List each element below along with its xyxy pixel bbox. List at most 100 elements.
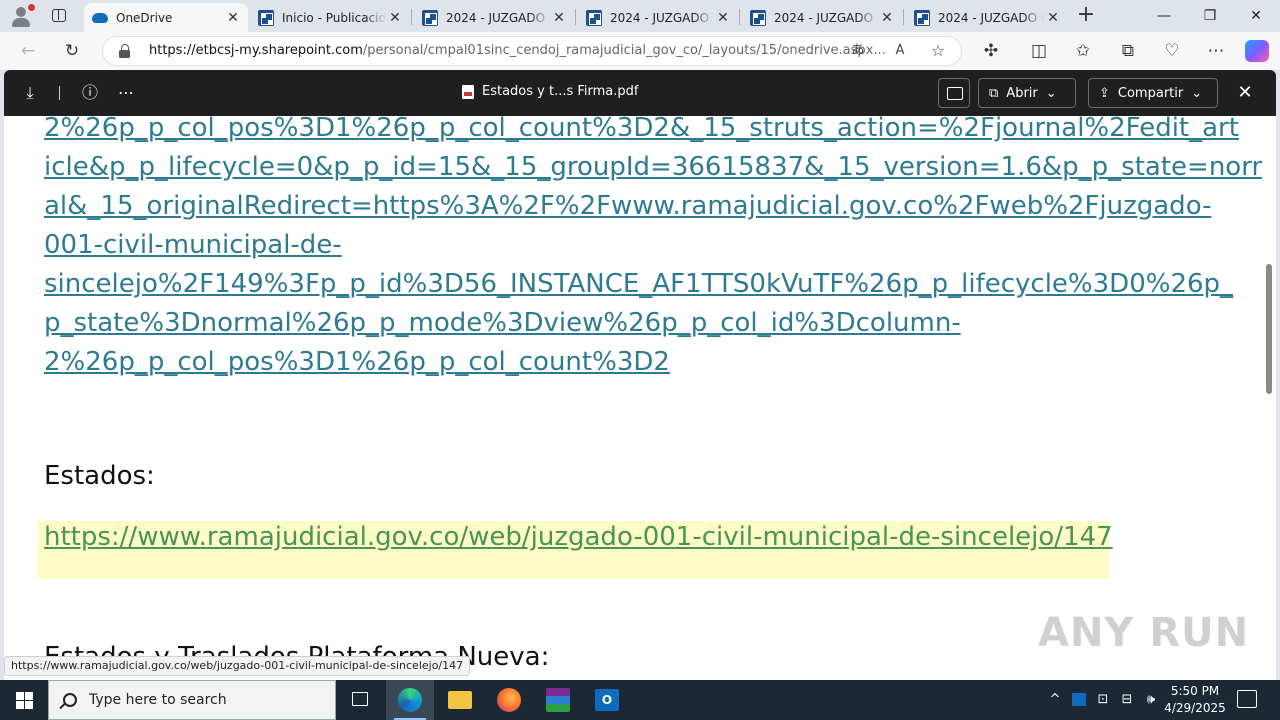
link-line[interactable]: sincelejo%2F149%3Fp_p_id%3D56_INSTANCE_A… [44, 265, 1233, 304]
read-aloud-icon[interactable]: A [889, 41, 911, 61]
tab-title: 2024 - JUZGADO 001 [774, 10, 878, 25]
profile-avatar-icon[interactable] [8, 4, 35, 28]
long-url-link[interactable]: 2%26p_p_col_pos%3D1%26p_p_col_count%3D2&… [44, 116, 1262, 382]
chevron-down-icon: ⌄ [1191, 85, 1203, 101]
windows-start-icon[interactable] [0, 680, 48, 720]
site-favicon-icon [914, 9, 930, 26]
more-options-icon[interactable]: ⋯ [114, 82, 138, 104]
open-external-icon: ⧉ [989, 85, 999, 101]
tab-juzgado-1[interactable]: 2024 - JUZGADO 001 ✕ [414, 3, 574, 32]
search-icon [63, 693, 77, 707]
task-view-icon[interactable] [336, 680, 384, 720]
tab-title: OneDrive [116, 10, 173, 25]
device-tray-icon[interactable]: ⊡ [1094, 680, 1112, 720]
file-explorer-icon[interactable] [436, 680, 484, 720]
translate-icon[interactable]: あ [847, 41, 869, 61]
favorite-star-icon[interactable]: ☆ [927, 41, 949, 61]
site-favicon-icon [422, 9, 438, 26]
settings-more-icon[interactable]: ⋯ [1204, 40, 1228, 62]
taskbar: Type here to search O ^ ⊡ ⊟ 🕪 5:50 PM 4/… [0, 680, 1280, 720]
document-title: Estados y t...s Firma.pdf [462, 84, 639, 99]
pdf-toolbar: ⤓ ⓘ ⋯ Estados y t...s Firma.pdf ⧉ Abrir … [4, 70, 1276, 116]
split-screen-icon[interactable]: ◫ [1027, 40, 1051, 62]
firefox-icon[interactable] [485, 680, 533, 720]
outlook-tray-icon[interactable] [1070, 680, 1088, 720]
copilot-icon[interactable] [1245, 40, 1269, 62]
tab-title: 2024 - JUZGADO 001 [446, 10, 550, 25]
tab-title: 2024 - JUZGADO 001 [938, 10, 1044, 25]
tab-divider [575, 9, 576, 25]
info-icon[interactable]: ⓘ [78, 82, 102, 104]
link-line[interactable]: 001-civil-municipal-de- [44, 226, 1229, 265]
comments-icon[interactable] [938, 78, 970, 108]
network-icon[interactable]: ⊟ [1118, 680, 1136, 720]
taskbar-search-box[interactable]: Type here to search [48, 680, 336, 720]
tab-inicio-publicaciones[interactable]: Inicio - Publicaciones ✕ [250, 3, 410, 32]
vertical-scrollbar[interactable] [1262, 116, 1276, 680]
link-line[interactable]: 2%26p_p_col_pos%3D1%26p_p_col_count%3D2 [44, 343, 1229, 382]
share-button[interactable]: ⇪ Compartir ⌄ [1088, 78, 1218, 108]
close-tab-icon[interactable]: ✕ [386, 10, 404, 26]
pdf-viewer: ⤓ ⓘ ⋯ Estados y t...s Firma.pdf ⧉ Abrir … [4, 70, 1276, 680]
tab-title: Inicio - Publicaciones [282, 10, 386, 25]
close-tab-icon[interactable]: ✕ [878, 10, 896, 26]
clock-time: 5:50 PM [1170, 684, 1220, 698]
pdf-page: 2%26p_p_col_pos%3D1%26p_p_col_count%3D2&… [4, 116, 1262, 680]
close-tab-icon[interactable]: ✕ [1044, 10, 1062, 26]
restore-window-button[interactable]: ❐ [1187, 0, 1233, 32]
tab-divider [903, 9, 904, 25]
estados-link[interactable]: https://www.ramajudicial.gov.co/web/juzg… [44, 522, 1113, 552]
lock-icon[interactable] [119, 44, 131, 58]
share-icon: ⇪ [1099, 85, 1110, 101]
browser-essentials-icon[interactable]: ♡ [1160, 40, 1184, 62]
tab-divider [411, 9, 412, 25]
status-bar-url: https://www.ramajudicial.gov.co/web/juzg… [4, 656, 471, 676]
toolbar-divider [59, 86, 60, 100]
back-arrow-icon[interactable]: ← [16, 40, 40, 62]
tab-onedrive[interactable]: OneDrive ✕ [84, 3, 248, 32]
site-favicon-icon [258, 9, 274, 26]
address-bar[interactable]: https://etbcsj-my.sharepoint.com/persona… [102, 36, 962, 66]
outlook-icon[interactable]: O [583, 680, 631, 720]
show-hidden-icons-chevron-icon[interactable]: ^ [1046, 680, 1064, 720]
close-tab-icon[interactable]: ✕ [714, 10, 732, 26]
link-line[interactable]: 2%26p_p_col_pos%3D1%26p_p_col_count%3D2&… [44, 116, 1239, 148]
close-pdf-icon[interactable]: ✕ [1233, 81, 1257, 105]
volume-icon[interactable]: 🕪 [1142, 680, 1160, 720]
winrar-icon[interactable] [534, 680, 582, 720]
anyrun-watermark: ANY RUN [1038, 610, 1250, 656]
pdf-file-icon [462, 84, 474, 99]
close-tab-icon[interactable]: ✕ [224, 10, 242, 26]
tab-juzgado-3[interactable]: 2024 - JUZGADO 001 ✕ [742, 3, 902, 32]
edge-browser-icon[interactable] [386, 680, 434, 720]
download-icon[interactable]: ⤓ [18, 82, 42, 104]
onedrive-cloud-icon [92, 10, 108, 26]
refresh-icon[interactable]: ↻ [60, 40, 84, 62]
collections-icon[interactable]: ⧉ [1116, 40, 1140, 62]
favorites-icon[interactable]: ✩ [1071, 40, 1095, 62]
tab-actions-icon[interactable] [47, 6, 71, 26]
close-tab-icon[interactable]: ✕ [550, 10, 568, 26]
link-line[interactable]: icle&p_p_lifecycle=0&p_p_id=15&_15_group… [44, 148, 1262, 187]
navigation-bar: ← ↻ https://etbcsj-my.sharepoint.com/per… [0, 32, 1280, 70]
tab-juzgado-4[interactable]: 2024 - JUZGADO 001 ✕ [906, 3, 1068, 32]
url-text[interactable]: https://etbcsj-my.sharepoint.com/persona… [149, 43, 886, 58]
tab-juzgado-2[interactable]: 2024 - JUZGADO 001 ✕ [578, 3, 738, 32]
minimize-window-button[interactable]: — [1141, 0, 1187, 32]
close-window-button[interactable]: ✕ [1233, 0, 1279, 32]
link-line[interactable]: p_state%3Dnormal%26p_p_mode%3Dview%26p_p… [44, 304, 1229, 343]
notification-center-icon[interactable] [1237, 690, 1257, 708]
open-button[interactable]: ⧉ Abrir ⌄ [978, 78, 1076, 108]
site-favicon-icon [586, 9, 602, 26]
site-favicon-icon [750, 9, 766, 26]
chevron-down-icon: ⌄ [1045, 85, 1057, 101]
clock-date: 4/29/2025 [1164, 701, 1226, 715]
link-line[interactable]: al&_15_originalRedirect=https%3A%2F%2Fww… [44, 187, 1229, 226]
system-clock[interactable]: 5:50 PM 4/29/2025 [1160, 683, 1230, 717]
tab-divider [739, 9, 740, 25]
tab-strip: OneDrive ✕ Inicio - Publicaciones ✕ 2024… [0, 0, 1280, 32]
estados-heading: Estados: [44, 461, 155, 491]
new-tab-button[interactable]: + [1074, 4, 1098, 28]
extensions-puzzle-icon[interactable]: ✣ [979, 40, 1003, 62]
tab-title: 2024 - JUZGADO 001 [610, 10, 714, 25]
